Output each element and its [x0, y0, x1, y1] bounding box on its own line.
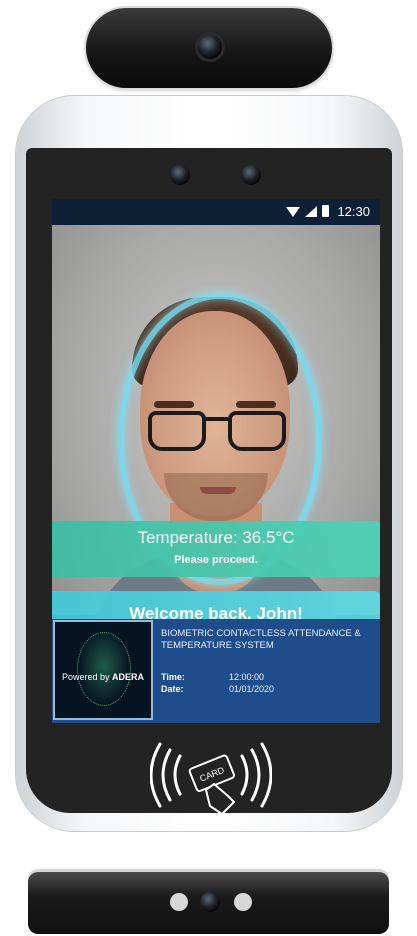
top-camera-lens-icon: [198, 35, 222, 59]
proceed-message: Please proceed.: [174, 554, 258, 566]
info-panel: Powered by ADERA BIOMETRIC CONTACTLESS A…: [52, 619, 380, 723]
battery-icon: [322, 205, 329, 217]
front-camera-right-icon: [241, 165, 261, 185]
status-bar: 12:30: [52, 199, 380, 225]
brand-text: Powered by ADERA: [55, 672, 151, 682]
sensor-light-right-icon: [234, 893, 252, 911]
camera-preview: Temperature: 36.5°C Please proceed. Welc…: [52, 225, 380, 645]
status-time: 12:30: [337, 204, 370, 219]
face-scan-graphic-icon: [77, 632, 131, 706]
wifi-icon: [286, 207, 300, 217]
brand-prefix: Powered by: [61, 672, 112, 682]
temperature-sensor-lens-icon: [200, 892, 220, 912]
front-camera-left-icon: [170, 165, 190, 185]
card-label: CARD: [198, 765, 226, 784]
time-label: Time:: [161, 672, 185, 682]
device-screen: 12:30 Temperature: 36.5°C Please proceed…: [52, 199, 380, 723]
temperature-banner: Temperature: 36.5°C Please proceed.: [52, 521, 380, 577]
time-value: 12:00:00: [229, 672, 265, 682]
nfc-card-reader[interactable]: CARD: [150, 740, 272, 822]
system-title: BIOMETRIC CONTACTLESS ATTENDANCE & TEMPE…: [161, 628, 361, 651]
sensor-light-left-icon: [170, 893, 188, 911]
brand-name: ADERA: [112, 672, 145, 682]
temperature-reading: Temperature: 36.5°C: [137, 528, 295, 547]
brand-logo-box: Powered by ADERA: [55, 622, 151, 718]
date-label: Date:: [161, 684, 184, 694]
nfc-card-reader-icon: CARD: [150, 742, 272, 815]
date-value: 01/01/2020: [229, 684, 275, 694]
signal-icon: [305, 206, 317, 217]
